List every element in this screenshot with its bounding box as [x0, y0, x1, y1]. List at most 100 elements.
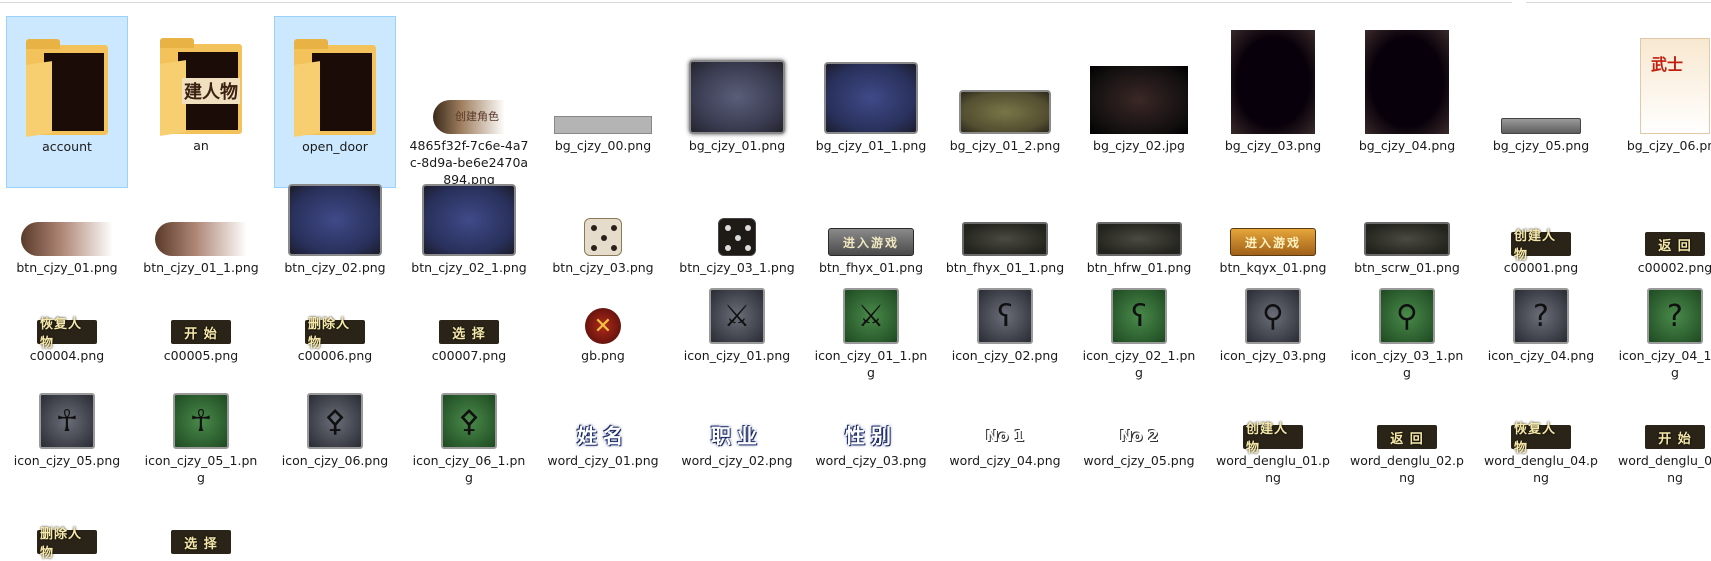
file-item[interactable]: bg_cjzy_05.png [1480, 16, 1602, 188]
preview-text: 返 回 [1658, 238, 1692, 254]
file-thumbnail [1084, 196, 1194, 256]
address-bar-edge[interactable] [0, 0, 1512, 3]
file-thumbnail [146, 196, 256, 256]
file-item[interactable]: ⚲ icon_cjzy_03_1.png [1346, 278, 1468, 381]
file-item[interactable]: bg_cjzy_01.png [676, 16, 798, 188]
file-item[interactable]: 恢复人物 word_denglu_04.png [1480, 383, 1602, 486]
dice-icon [584, 218, 622, 256]
file-thumbnail [280, 23, 390, 137]
file-item[interactable]: ? icon_cjzy_04_1.png [1614, 278, 1711, 381]
image-preview [1090, 66, 1188, 134]
file-item[interactable]: ⚴ icon_cjzy_06_1.png [408, 383, 530, 486]
file-item[interactable]: btn_cjzy_03.png [542, 190, 664, 276]
file-item[interactable]: ⚴ icon_cjzy_06.png [274, 383, 396, 486]
file-item[interactable]: 进入游戏 btn_fhyx_01.png [810, 190, 932, 276]
preview-text: 武士 [1651, 55, 1684, 74]
file-item[interactable]: btn_cjzy_01_1.png [140, 190, 262, 276]
image-preview [155, 222, 247, 256]
file-item[interactable]: ⚔ icon_cjzy_01.png [676, 278, 798, 381]
file-thumbnail [816, 22, 926, 134]
file-item[interactable]: btn_cjzy_03_1.png [676, 190, 798, 276]
file-thumbnail: 创建角色 [414, 22, 524, 134]
file-item[interactable]: bg_cjzy_01_2.png [944, 16, 1066, 188]
file-item[interactable]: btn_cjzy_02.png [274, 184, 396, 276]
file-item[interactable]: ⚔ icon_cjzy_01_1.png [810, 278, 932, 381]
file-thumbnail: 姓名 [548, 389, 658, 449]
file-item[interactable]: 开 始 c00005.png [140, 278, 262, 381]
file-item[interactable]: No 1 word_cjzy_04.png [944, 383, 1066, 486]
file-item[interactable]: 删除人物 c00006.png [274, 278, 396, 381]
file-name: btn_fhyx_01.png [818, 260, 924, 275]
file-item[interactable]: 创建人物 word_denglu_01.png [1212, 383, 1334, 486]
file-item[interactable]: ʕ icon_cjzy_02_1.png [1078, 278, 1200, 381]
file-item[interactable]: 创建角色 4865f32f-7c6e-4a7c-8d9a-be6e2470a894… [408, 16, 530, 188]
file-thumbnail: 删除人物 [12, 494, 122, 561]
file-item[interactable]: bg_cjzy_02.jpg [1078, 16, 1200, 188]
file-name: btn_kqyx_01.png [1219, 260, 1327, 275]
file-item[interactable]: 进入游戏 btn_kqyx_01.png [1212, 190, 1334, 276]
file-item[interactable]: btn_hfrw_01.png [1078, 190, 1200, 276]
file-thumbnail: 进入游戏 [1218, 196, 1328, 256]
file-item[interactable]: 选 择 [140, 488, 262, 557]
preview-text: 删除人物 [308, 317, 351, 351]
file-item[interactable]: 姓名 word_cjzy_01.png [542, 383, 664, 486]
folder-item[interactable]: account [6, 16, 128, 188]
file-item[interactable]: 性别 word_cjzy_03.png [810, 383, 932, 486]
folder-item[interactable]: open_door [274, 16, 396, 188]
image-preview [962, 222, 1048, 256]
image-preview: 创建人物 [1511, 229, 1571, 263]
class-icon: ? [1513, 288, 1569, 344]
preview-text: 开 始 [1658, 431, 1692, 447]
class-glyph: ? [1667, 298, 1683, 334]
file-thumbnail: ⚔ [816, 284, 926, 344]
file-name: open_door [302, 139, 368, 154]
file-item[interactable]: bg_cjzy_01_1.png [810, 16, 932, 188]
file-item[interactable]: btn_cjzy_01.png [6, 190, 128, 276]
class-glyph: ☥ [55, 403, 79, 439]
preview-text: 开 始 [184, 326, 218, 342]
file-thumbnail: 创建人物 [1218, 389, 1328, 456]
file-item[interactable]: btn_fhyx_01_1.png [944, 190, 1066, 276]
file-item[interactable]: btn_scrw_01.png [1346, 190, 1468, 276]
image-preview [689, 60, 785, 134]
file-item[interactable]: bg_cjzy_03.png [1212, 16, 1334, 188]
class-icon: ⚲ [1245, 288, 1301, 344]
file-item[interactable]: ✕ gb.png [542, 278, 664, 381]
file-item[interactable]: No 2 word_cjzy_05.png [1078, 383, 1200, 486]
file-item[interactable]: ʕ icon_cjzy_02.png [944, 278, 1066, 381]
file-item[interactable]: 恢复人物 c00004.png [6, 278, 128, 381]
class-glyph: ⚴ [458, 403, 480, 439]
folder-item[interactable]: 建人物 an [140, 16, 262, 188]
preview-text: ✕ [593, 313, 613, 339]
file-thumbnail [1218, 22, 1328, 134]
file-item[interactable]: 武士 bg_cjzy_06.png [1614, 16, 1711, 188]
preview-text: 姓名 [577, 423, 629, 448]
file-name: btn_cjzy_03.png [552, 260, 654, 275]
file-name: icon_cjzy_01_1.png [814, 348, 928, 380]
file-item[interactable]: 选 择 c00007.png [408, 278, 530, 381]
file-item[interactable]: 返 回 word_denglu_02.png [1346, 383, 1468, 486]
file-thumbnail: ʕ [950, 284, 1060, 344]
file-thumbnail [1486, 22, 1596, 134]
image-preview: 职业 [697, 419, 777, 449]
search-box-edge[interactable] [1526, 0, 1711, 3]
preview-text: No 1 [985, 427, 1025, 445]
preview-text: 恢复人物 [40, 317, 83, 351]
file-item[interactable]: 开 始 word_denglu_05.png [1614, 383, 1711, 486]
file-name: bg_cjzy_01_1.png [815, 138, 927, 153]
file-item[interactable]: 创建人物 c00001.png [1480, 190, 1602, 276]
file-item[interactable]: bg_cjzy_04.png [1346, 16, 1468, 188]
preview-text: 选 择 [184, 536, 218, 552]
file-item[interactable]: ☥ icon_cjzy_05_1.png [140, 383, 262, 486]
file-thumbnail: ⚲ [1218, 284, 1328, 344]
file-item[interactable]: btn_cjzy_02_1.png [408, 184, 530, 276]
file-name: icon_cjzy_04_1.png [1618, 348, 1711, 380]
file-thumbnail: ☥ [12, 389, 122, 449]
file-item[interactable]: ? icon_cjzy_04.png [1480, 278, 1602, 381]
file-item[interactable]: 职业 word_cjzy_02.png [676, 383, 798, 486]
file-item[interactable]: ☥ icon_cjzy_05.png [6, 383, 128, 486]
file-item[interactable]: bg_cjzy_00.png [542, 16, 664, 188]
file-item[interactable]: 返 回 c00002.png [1614, 190, 1711, 276]
file-item[interactable]: ⚲ icon_cjzy_03.png [1212, 278, 1334, 381]
file-item[interactable]: 删除人物 [6, 488, 128, 561]
